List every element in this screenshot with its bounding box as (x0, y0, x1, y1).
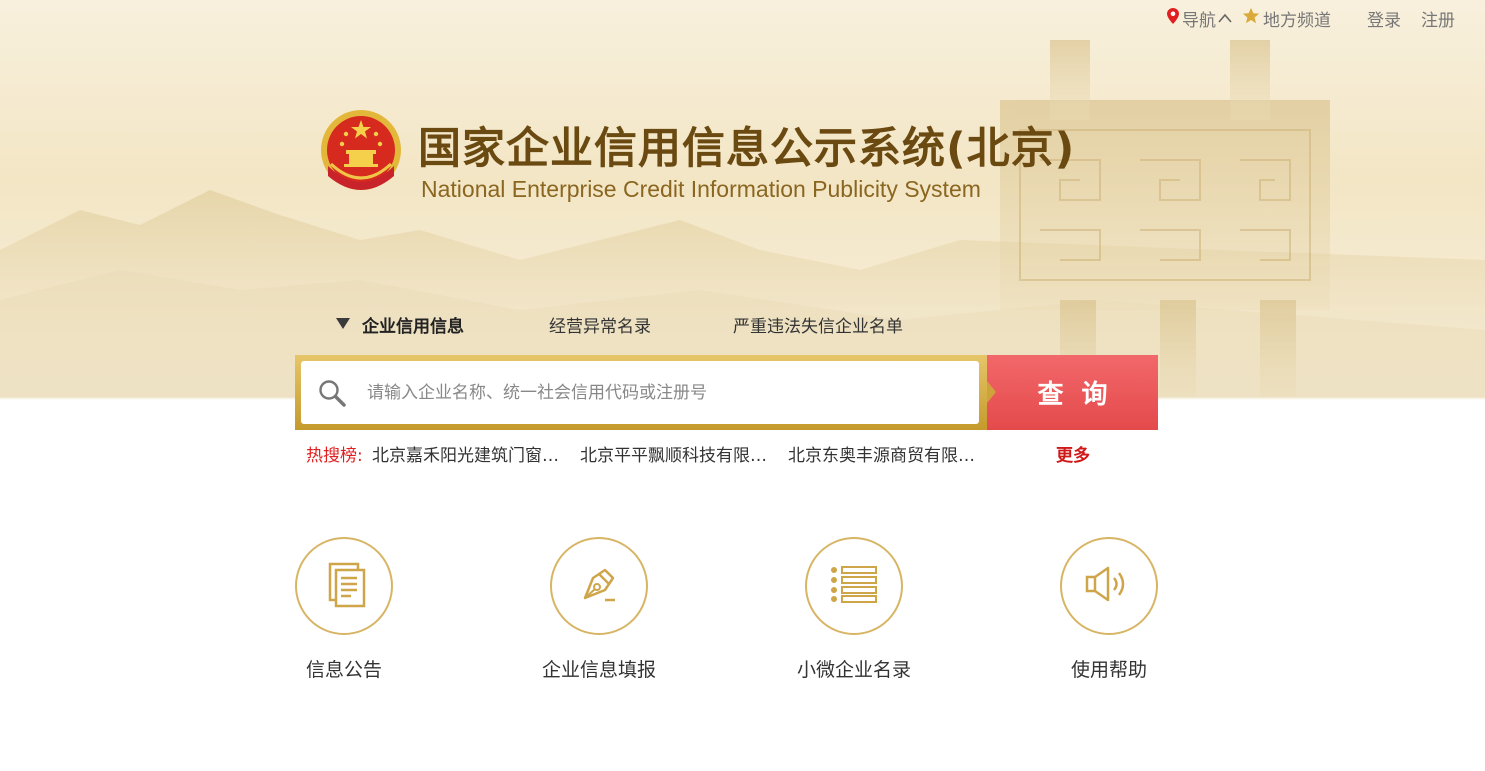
triangle-down-icon (336, 314, 350, 334)
tab-serious-violation-list[interactable]: 严重违法失信企业名单 (733, 312, 903, 337)
top-bar: 导航 地方频道 登录 注册 (1161, 6, 1455, 31)
search-box (295, 355, 987, 430)
search-button-notch (987, 381, 996, 403)
feature-circle (805, 537, 903, 635)
more-link[interactable]: 更多 (1056, 441, 1090, 466)
hot-search-item[interactable]: 北京嘉禾阳光建筑门窗… (372, 441, 559, 466)
search-button-label: 查询 (1037, 380, 1126, 410)
nav-menu[interactable]: 导航 (1167, 6, 1232, 31)
site-title-english: National Enterprise Credit Information P… (421, 176, 981, 202)
document-icon (322, 560, 366, 612)
nav-label: 导航 (1182, 10, 1216, 31)
feature-enterprise-info-report[interactable]: 企业信息填报 (499, 537, 699, 682)
register-link[interactable]: 注册 (1421, 6, 1455, 31)
national-emblem-logo (316, 106, 406, 202)
search-button[interactable]: 查询 (987, 355, 1158, 430)
tab-abnormal-list[interactable]: 经营异常名录 (549, 312, 651, 337)
local-channel-label: 地方频道 (1263, 10, 1331, 31)
site-title: 国家企业信用信息公示系统(北京) (418, 124, 1076, 174)
feature-label: 企业信息填报 (541, 659, 656, 681)
tab-enterprise-credit[interactable]: 企业信用信息 (336, 312, 464, 337)
feature-circle (550, 537, 648, 635)
hot-search-bar: 热搜榜: 北京嘉禾阳光建筑门窗… 北京平平飘顺科技有限… 北京东奥丰源商贸有限…… (306, 441, 1096, 466)
feature-label: 小微企业名录 (796, 659, 911, 681)
star-icon (1242, 7, 1260, 30)
hot-search-item[interactable]: 北京平平飘顺科技有限… (580, 441, 767, 466)
search-field-wrapper (301, 361, 979, 424)
login-link[interactable]: 登录 (1367, 6, 1401, 31)
list-icon (829, 564, 879, 608)
hot-search-item[interactable]: 北京东奥丰源商贸有限… (788, 441, 975, 466)
chevron-up-icon (1218, 8, 1232, 28)
location-pin-icon (1167, 7, 1179, 29)
speaker-icon (1084, 564, 1134, 608)
search-icon (317, 378, 347, 408)
pen-icon (575, 560, 623, 612)
hot-search-label: 热搜榜: (306, 446, 363, 466)
tab-label: 企业信用信息 (362, 316, 464, 337)
local-channel-link[interactable]: 地方频道 (1242, 6, 1331, 31)
search-input[interactable] (365, 381, 979, 404)
feature-circle (1060, 537, 1158, 635)
feature-info-announcement[interactable]: 信息公告 (244, 537, 444, 682)
feature-small-micro-enterprise-list[interactable]: 小微企业名录 (754, 537, 954, 682)
feature-label: 信息公告 (305, 659, 382, 681)
feature-circle (295, 537, 393, 635)
feature-help[interactable]: 使用帮助 (1009, 537, 1209, 682)
feature-label: 使用帮助 (1070, 659, 1147, 681)
